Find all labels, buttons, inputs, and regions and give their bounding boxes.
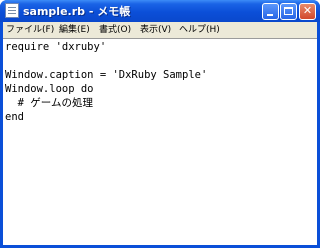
title-bar[interactable]: sample.rb - メモ帳 ✕ (0, 0, 320, 22)
close-button[interactable]: ✕ (299, 3, 316, 20)
text-editor[interactable]: require 'dxruby' Window.caption = 'DxRub… (3, 38, 317, 245)
notepad-icon[interactable] (5, 3, 19, 18)
code-line: end (5, 111, 24, 123)
maximize-button[interactable] (280, 3, 297, 20)
code-line: Window.loop do (5, 83, 94, 95)
code-line: Window.caption = 'DxRuby Sample' (5, 69, 208, 81)
menu-format[interactable]: 書式(O) (99, 23, 131, 37)
window-title: sample.rb - メモ帳 (23, 5, 131, 18)
menu-edit[interactable]: 編集(E) (59, 23, 90, 37)
notepad-window: sample.rb - メモ帳 ✕ ファイル(F) 編集(E) 書式(O) 表示… (0, 0, 320, 248)
minimize-button[interactable] (262, 3, 279, 20)
close-icon: ✕ (302, 4, 313, 17)
maximize-icon (284, 7, 293, 15)
code-line: # ゲームの処理 (5, 97, 93, 109)
menu-file[interactable]: ファイル(F) (6, 23, 54, 37)
minimize-icon (267, 14, 273, 16)
code-line: require 'dxruby' (5, 41, 107, 53)
menu-help[interactable]: ヘルプ(H) (179, 23, 220, 37)
editor-text[interactable]: require 'dxruby' Window.caption = 'DxRub… (5, 40, 207, 124)
menu-bar: ファイル(F) 編集(E) 書式(O) 表示(V) ヘルプ(H) (3, 22, 317, 38)
menu-view[interactable]: 表示(V) (140, 23, 171, 37)
